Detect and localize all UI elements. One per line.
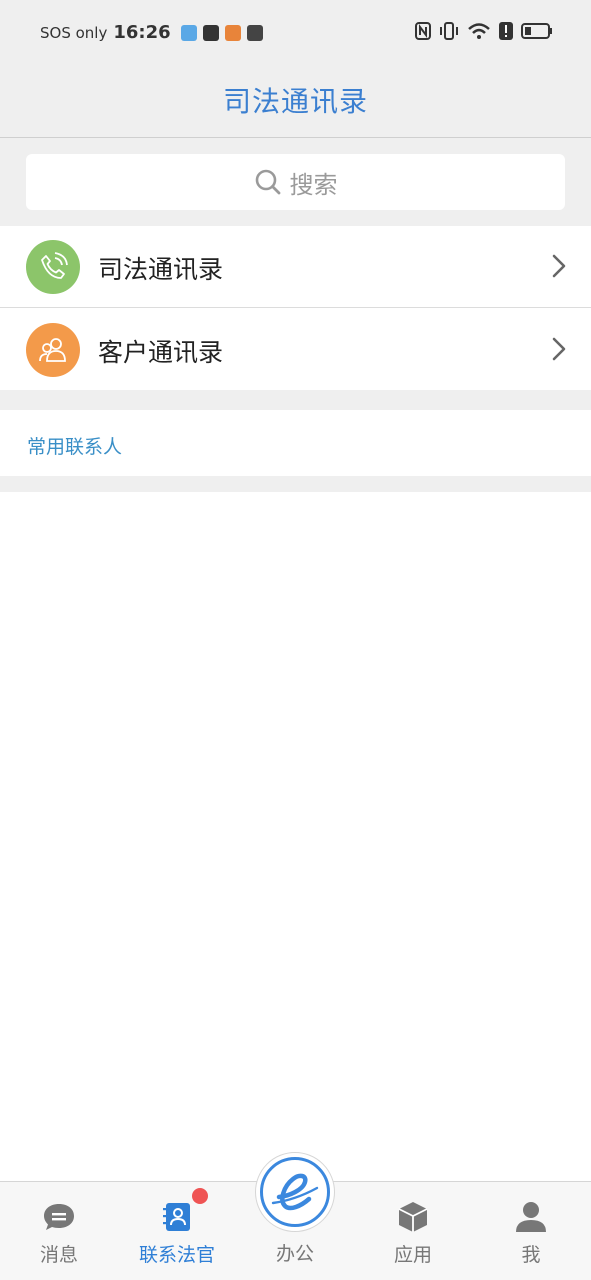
tab-me[interactable]: 我 xyxy=(472,1182,590,1280)
section-divider xyxy=(0,390,591,410)
search-placeholder: 搜索 xyxy=(289,170,338,199)
tab-label: 联系法官 xyxy=(138,1244,215,1266)
person-icon xyxy=(516,1202,546,1232)
tab-label: 消息 xyxy=(39,1244,78,1266)
notification-app-icon xyxy=(180,24,197,41)
list-item-label: 客户通讯录 xyxy=(98,338,224,367)
office-e-icon xyxy=(260,1157,330,1227)
frequent-contacts-section[interactable]: 常用联系人 xyxy=(0,410,591,476)
search-section: 搜索 xyxy=(0,138,591,226)
page-title: 司法通讯录 xyxy=(222,85,368,118)
notification-app-icon xyxy=(224,24,241,41)
vibrate-icon xyxy=(440,22,458,40)
search-icon xyxy=(255,169,280,195)
header-bar: 司法通讯录 xyxy=(0,64,591,138)
notification-badge xyxy=(192,1188,208,1204)
contact-book-icon xyxy=(163,1203,190,1231)
frequent-contacts-label: 常用联系人 xyxy=(27,436,123,458)
nfc-icon xyxy=(415,22,431,40)
notification-app-icon xyxy=(246,24,263,41)
search-input[interactable]: 搜索 xyxy=(26,154,565,210)
tab-contact-judge[interactable]: 联系法官 xyxy=(118,1182,236,1280)
status-right xyxy=(415,22,553,40)
tab-label: 办公 xyxy=(275,1243,314,1265)
list-item-label: 司法通讯录 xyxy=(98,255,224,284)
status-bar: SOS only 16:26 xyxy=(0,0,591,64)
tab-label: 我 xyxy=(521,1244,541,1266)
status-left: SOS only 16:26 xyxy=(40,22,263,43)
people-icon xyxy=(26,323,80,377)
list-item-judicial-directory[interactable]: 司法通讯录 xyxy=(0,226,591,308)
wifi-icon xyxy=(468,23,490,39)
app-cube-icon xyxy=(398,1202,428,1232)
tab-messages[interactable]: 消息 xyxy=(0,1182,118,1280)
list-item-client-directory[interactable]: 客户通讯录 xyxy=(0,309,591,390)
message-icon xyxy=(44,1204,74,1230)
alert-icon xyxy=(499,22,513,40)
tab-label: 应用 xyxy=(393,1244,432,1266)
upload-icon xyxy=(202,24,219,41)
chevron-right-icon xyxy=(552,337,566,361)
section-divider xyxy=(0,476,591,492)
office-center-button[interactable] xyxy=(255,1152,335,1232)
phone-call-icon xyxy=(26,240,80,294)
carrier-text: SOS only xyxy=(40,23,108,42)
tab-apps[interactable]: 应用 xyxy=(354,1182,472,1280)
battery-icon xyxy=(521,23,552,39)
clock-time: 16:26 xyxy=(113,22,171,43)
chevron-right-icon xyxy=(552,254,566,278)
